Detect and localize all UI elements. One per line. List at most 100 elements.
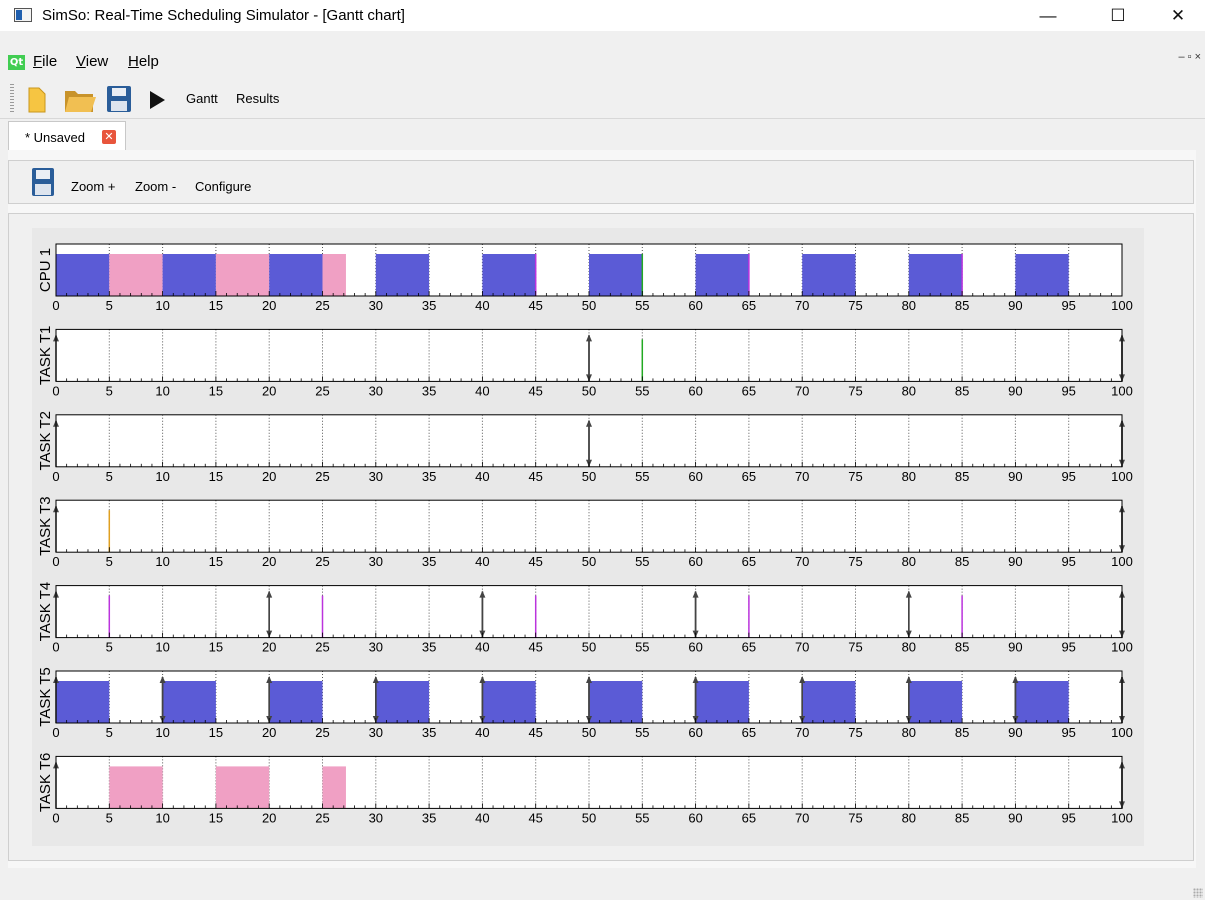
x-tick-label: 70 [795, 640, 809, 655]
x-tick-label: 90 [1008, 383, 1022, 398]
execution-block [56, 254, 110, 296]
x-tick-label: 90 [1008, 298, 1022, 313]
execution-block [215, 766, 270, 809]
execution-block [269, 681, 323, 723]
x-tick-label: 10 [155, 469, 169, 484]
row-label: TASK T3 [37, 496, 54, 555]
x-tick-label: 80 [902, 383, 916, 398]
x-tick-label: 15 [209, 469, 223, 484]
row-label: TASK T1 [37, 326, 54, 385]
x-tick-label: 95 [1061, 383, 1075, 398]
x-tick-label: 50 [582, 469, 596, 484]
execution-block [802, 681, 856, 723]
x-tick-label: 75 [848, 725, 862, 740]
x-tick-label: 100 [1111, 810, 1133, 825]
x-tick-label: 15 [209, 383, 223, 398]
x-tick-label: 85 [955, 298, 969, 313]
execution-block [375, 681, 430, 723]
x-tick-label: 95 [1061, 725, 1075, 740]
x-tick-label: 30 [369, 298, 383, 313]
x-tick-label: 25 [315, 554, 329, 569]
x-tick-label: 50 [582, 298, 596, 313]
x-tick-label: 30 [369, 469, 383, 484]
x-tick-label: 35 [422, 725, 436, 740]
x-tick-label: 10 [155, 725, 169, 740]
x-tick-label: 5 [106, 640, 113, 655]
x-tick-label: 10 [155, 640, 169, 655]
x-tick-label: 50 [582, 725, 596, 740]
x-tick-label: 20 [262, 640, 276, 655]
row-label: TASK T4 [37, 582, 54, 641]
x-tick-label: 30 [369, 725, 383, 740]
x-tick-label: 30 [369, 810, 383, 825]
x-tick-label: 5 [106, 725, 113, 740]
x-tick-label: 30 [369, 383, 383, 398]
x-tick-label: 85 [955, 725, 969, 740]
x-tick-label: 65 [742, 810, 756, 825]
x-tick-label: 60 [688, 810, 702, 825]
x-tick-label: 85 [955, 640, 969, 655]
x-tick-label: 5 [106, 383, 113, 398]
row-label: TASK T2 [37, 411, 54, 470]
x-tick-label: 65 [742, 469, 756, 484]
x-tick-label: 100 [1111, 383, 1133, 398]
row-label: TASK T5 [37, 667, 54, 726]
x-tick-label: 40 [475, 383, 489, 398]
x-tick-label: 45 [528, 469, 542, 484]
x-tick-label: 40 [475, 725, 489, 740]
execution-block [482, 681, 536, 723]
x-tick-label: 95 [1061, 640, 1075, 655]
x-tick-label: 35 [422, 469, 436, 484]
x-tick-label: 80 [902, 810, 916, 825]
x-tick-label: 95 [1061, 298, 1075, 313]
x-tick-label: 5 [106, 469, 113, 484]
execution-block [375, 254, 430, 296]
x-tick-label: 50 [582, 383, 596, 398]
execution-block [322, 254, 346, 296]
execution-block [908, 254, 963, 296]
x-tick-label: 60 [688, 298, 702, 313]
x-tick-label: 55 [635, 554, 649, 569]
x-tick-label: 70 [795, 554, 809, 569]
x-tick-label: 80 [902, 469, 916, 484]
x-tick-label: 65 [742, 383, 756, 398]
x-tick-label: 20 [262, 298, 276, 313]
x-tick-label: 70 [795, 383, 809, 398]
x-tick-label: 30 [369, 554, 383, 569]
execution-block [589, 254, 643, 296]
x-tick-label: 10 [155, 810, 169, 825]
x-tick-label: 40 [475, 810, 489, 825]
x-tick-label: 35 [422, 298, 436, 313]
x-tick-label: 95 [1061, 554, 1075, 569]
x-tick-label: 45 [528, 640, 542, 655]
x-tick-label: 20 [262, 554, 276, 569]
x-tick-label: 100 [1111, 554, 1133, 569]
x-tick-label: 5 [106, 554, 113, 569]
x-tick-label: 0 [52, 298, 59, 313]
x-tick-label: 55 [635, 298, 649, 313]
x-tick-label: 45 [528, 383, 542, 398]
execution-block [162, 254, 216, 296]
x-tick-label: 45 [528, 298, 542, 313]
x-tick-label: 75 [848, 640, 862, 655]
row-label: TASK T6 [37, 753, 54, 812]
row-background [56, 500, 1122, 553]
execution-block [162, 681, 216, 723]
x-tick-label: 60 [688, 383, 702, 398]
x-tick-label: 100 [1111, 298, 1133, 313]
x-tick-label: 75 [848, 810, 862, 825]
x-tick-label: 5 [106, 810, 113, 825]
x-tick-label: 90 [1008, 640, 1022, 655]
x-tick-label: 45 [528, 810, 542, 825]
resize-grip[interactable] [1193, 888, 1203, 898]
execution-block [589, 681, 643, 723]
x-tick-label: 65 [742, 725, 756, 740]
x-tick-label: 30 [369, 640, 383, 655]
x-tick-label: 95 [1061, 469, 1075, 484]
x-tick-label: 90 [1008, 725, 1022, 740]
x-tick-label: 90 [1008, 810, 1022, 825]
x-tick-label: 50 [582, 554, 596, 569]
x-tick-label: 20 [262, 383, 276, 398]
x-tick-label: 70 [795, 469, 809, 484]
x-tick-label: 65 [742, 554, 756, 569]
